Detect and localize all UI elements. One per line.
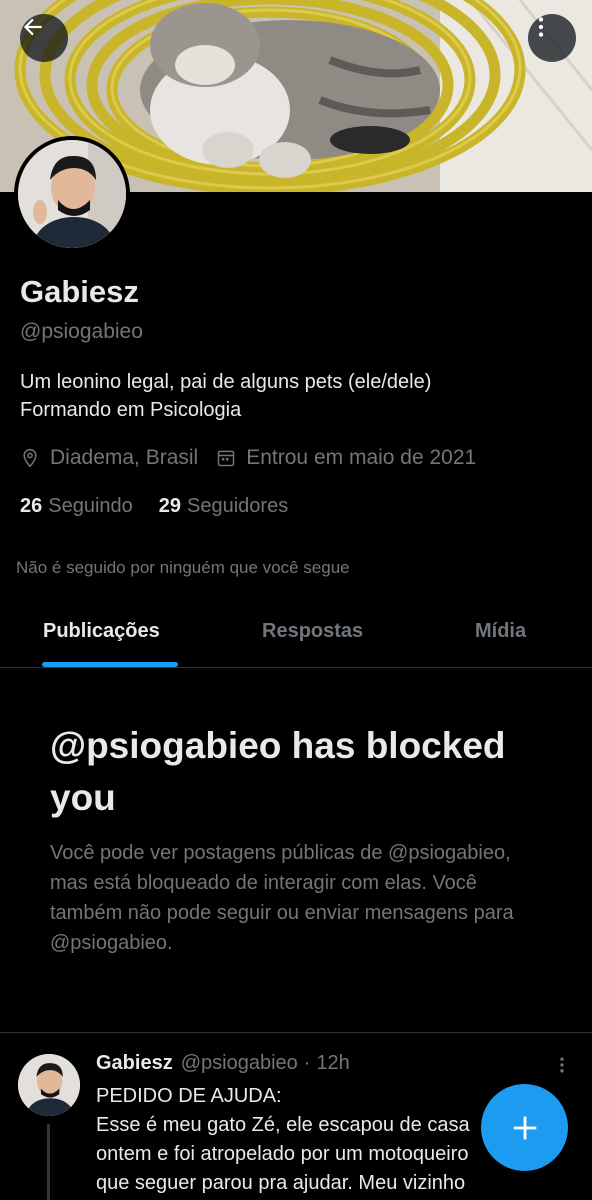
location-text: Diadema, Brasil [50,446,199,469]
tab-publicacoes[interactable]: Publicações [43,620,160,643]
blocked-description: Você pode ver postagens públicas de @psi… [50,842,514,954]
profile-meta: Diadema, Brasil Entrou em maio de 2021 [20,446,494,470]
following-count: 26 [20,495,43,517]
divider [0,1032,592,1033]
profile-name: Gabiesz [20,274,139,309]
post-separator: · [303,1052,311,1074]
following-label: Seguindo [48,495,133,517]
following-link[interactable]: 26 Seguindo [20,495,133,518]
avatar-photo [18,1054,80,1116]
active-tab-indicator [42,662,178,667]
plus-icon [513,1116,536,1139]
followers-link[interactable]: 29 Seguidores [159,495,288,518]
post-text-line: que seguer parou pra ajudar. Meu vizinho [96,1172,466,1194]
not-followed-notice: Não é seguido por ninguém que você segue [16,558,350,577]
post-text-line: PEDIDO DE AJUDA: [96,1085,282,1107]
blocked-title: @psiogabieo has blocked you [50,725,506,818]
more-vertical-icon [560,1057,564,1073]
compose-button[interactable] [481,1084,568,1171]
bio-line: Um leonino legal, pai de alguns pets (el… [20,371,432,393]
followers-label: Seguidores [187,495,289,517]
bio-line: Formando em Psicologia [20,399,242,421]
more-options-button[interactable] [528,14,576,62]
avatar-photo [18,140,126,248]
arrow-left-icon [23,18,42,36]
back-button[interactable] [20,14,68,62]
tab-midia[interactable]: Mídia [475,620,526,643]
post-author-handle[interactable]: @psiogabieo [181,1052,298,1075]
post-header: Gabiesz @psiogabieo · 12h [96,1052,350,1075]
tab-respostas[interactable]: Respostas [262,620,363,643]
profile-tabs: Publicações Respostas Mídia [0,600,592,668]
follow-stats: 26 Seguindo 29 Seguidores [20,495,314,518]
post-text-line: ontem e foi atropelado por um motoqueiro [96,1143,469,1165]
location-pin-icon [23,448,37,468]
post-text-line: Esse é meu gato Zé, ele escapou de casa [96,1114,470,1136]
profile-avatar[interactable] [14,136,130,252]
post-avatar[interactable] [18,1054,80,1116]
calendar-icon [217,450,235,467]
followers-count: 29 [158,495,182,517]
joined-item: Entrou em maio de 2021 [216,446,476,470]
post-more-button[interactable] [552,1054,572,1081]
profile-bio: Um leonino legal, pai de alguns pets (el… [20,368,580,424]
thread-line [47,1124,50,1200]
post-text: PEDIDO DE AJUDA: Esse é meu gato Zé, ele… [96,1082,536,1198]
location-item: Diadema, Brasil [20,446,198,470]
profile-handle: @psiogabieo [20,320,143,343]
post-author-name[interactable]: Gabiesz [96,1052,173,1075]
post-time[interactable]: 12h [316,1052,349,1075]
more-vertical-icon [538,17,544,37]
joined-text: Entrou em maio de 2021 [246,446,477,469]
